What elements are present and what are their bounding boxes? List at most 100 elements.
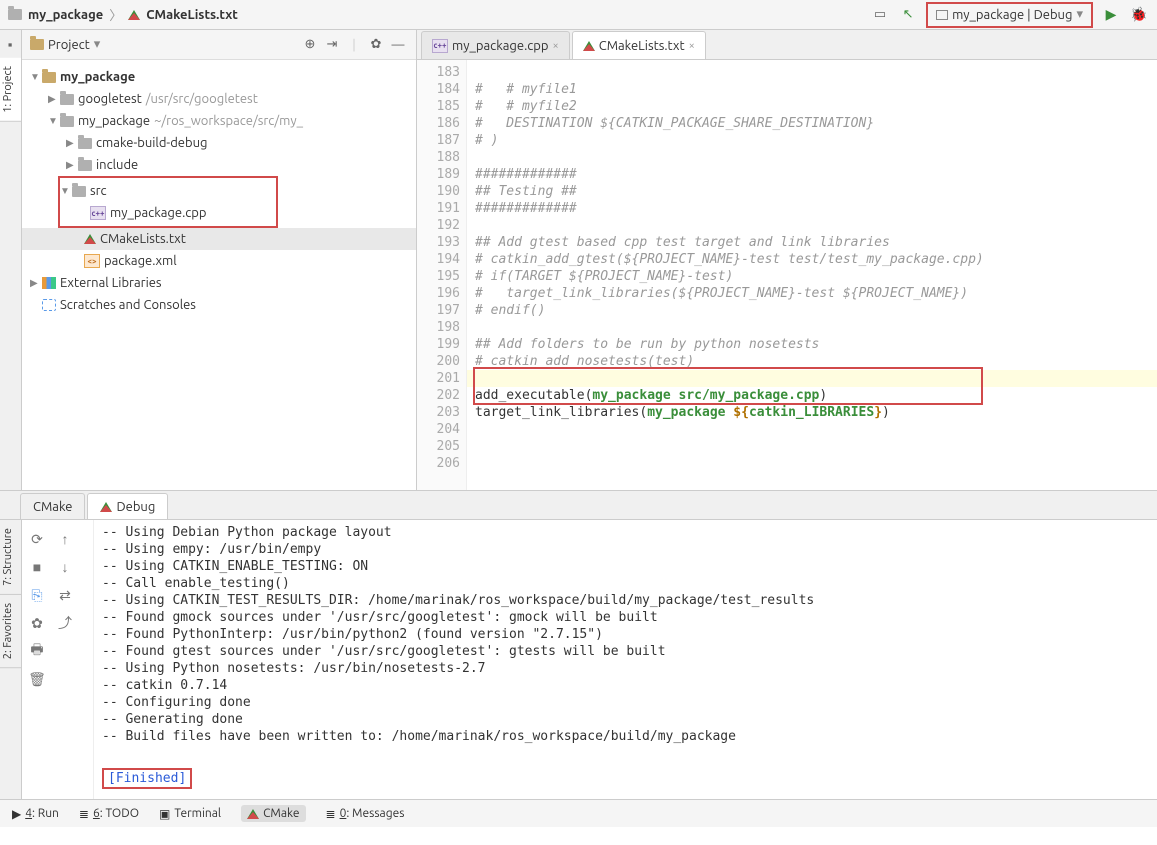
- up-arrow-icon[interactable]: ↑: [54, 528, 76, 550]
- folder-icon: [8, 9, 22, 20]
- left-tool-stripe: ▪ 1: Project: [0, 30, 22, 490]
- chevron-down-icon: ▾: [1076, 7, 1083, 22]
- cmake-icon: [100, 502, 112, 512]
- cmake-icon: [84, 234, 96, 244]
- project-panel: Project ▾ ⊕ ⇥ | ✿ — ▼my_package ▶googlet…: [22, 30, 417, 490]
- chevron-down-icon[interactable]: ▾: [94, 37, 101, 52]
- folder-icon: [42, 72, 56, 83]
- filter-icon[interactable]: ⎘: [26, 584, 48, 606]
- build-icon[interactable]: ▭: [870, 5, 890, 25]
- cpp-icon: c++: [432, 39, 448, 53]
- code-highlight-box: [473, 367, 983, 405]
- tool-tabs: CMake Debug: [0, 491, 1157, 519]
- hammer-icon[interactable]: ↖: [898, 5, 918, 25]
- tab-mypackage-cpp[interactable]: c++my_package.cpp×: [421, 31, 570, 59]
- cmake-icon: [247, 809, 259, 819]
- folder-icon: [78, 160, 92, 171]
- terminal-icon: ▣: [159, 807, 170, 821]
- code-content[interactable]: # # myfile1 # # myfile2 # DESTINATION ${…: [467, 60, 1157, 490]
- project-panel-header: Project ▾ ⊕ ⇥ | ✿ —: [22, 30, 416, 60]
- tool-tab-cmake[interactable]: CMake: [20, 493, 85, 519]
- gear-icon[interactable]: ✿: [366, 35, 386, 55]
- tree-googletest[interactable]: ▶googletest /usr/src/googletest: [22, 88, 416, 110]
- left-tool-stripe-2: 7: Structure 2: Favorites: [0, 520, 22, 799]
- folder-icon: [72, 186, 86, 197]
- src-highlight-box: ▼src c++my_package.cpp: [58, 176, 278, 228]
- cmake-icon: [583, 41, 595, 51]
- main-area: ▪ 1: Project Project ▾ ⊕ ⇥ | ✿ — ▼my_pac…: [0, 30, 1157, 490]
- run-config-selector[interactable]: my_package | Debug ▾: [926, 2, 1093, 28]
- tree-external-libs[interactable]: ▶External Libraries: [22, 272, 416, 294]
- finished-label: [Finished]: [108, 771, 186, 786]
- status-todo[interactable]: ≣6: TODO: [79, 807, 139, 821]
- tab-project[interactable]: 1: Project: [0, 58, 21, 122]
- xml-icon: <>: [84, 254, 100, 268]
- tab-structure[interactable]: 7: Structure: [0, 520, 21, 595]
- gutter: 1831841851861871881891901911921931941951…: [417, 60, 467, 490]
- cpp-icon: c++: [90, 206, 106, 220]
- top-bar: my_package 〉 CMakeLists.txt ▭ ↖ my_packa…: [0, 0, 1157, 30]
- tree-cmake-build[interactable]: ▶cmake-build-debug: [22, 132, 416, 154]
- breadcrumb-file[interactable]: CMakeLists.txt: [146, 8, 238, 22]
- tool-panel: CMake Debug 7: Structure 2: Favorites ⟳ ↑…: [0, 490, 1157, 799]
- trash-icon[interactable]: 🗑: [26, 668, 48, 690]
- config-icon: [936, 10, 948, 20]
- hide-icon[interactable]: —: [388, 35, 408, 55]
- list-icon: ≣: [79, 807, 89, 821]
- folder-icon: [60, 94, 74, 105]
- status-messages[interactable]: ≣0: Messages: [326, 807, 405, 821]
- wrap-icon[interactable]: ⇄: [54, 584, 76, 606]
- run-config-label: my_package | Debug: [952, 8, 1072, 22]
- export-icon[interactable]: ⤴: [54, 612, 76, 634]
- tab-favorites[interactable]: 2: Favorites: [0, 595, 21, 668]
- tree-cmakelists[interactable]: CMakeLists.txt: [22, 228, 416, 250]
- gear-icon[interactable]: ✿: [26, 612, 48, 634]
- status-cmake[interactable]: CMake: [241, 805, 305, 822]
- tree-src-file[interactable]: c++my_package.cpp: [60, 202, 276, 224]
- tree-include[interactable]: ▶include: [22, 154, 416, 176]
- play-icon: ▶: [12, 807, 21, 821]
- collapse-icon[interactable]: ⇥: [322, 35, 342, 55]
- toolbar-right: ▭ ↖ my_package | Debug ▾ ▶ 🐞: [870, 2, 1149, 28]
- tree-root[interactable]: ▼my_package: [22, 66, 416, 88]
- tab-cmakelists[interactable]: CMakeLists.txt×: [572, 31, 706, 59]
- breadcrumb[interactable]: my_package 〉 CMakeLists.txt: [8, 5, 870, 24]
- refresh-icon[interactable]: ⟳: [26, 528, 48, 550]
- close-icon[interactable]: ×: [689, 40, 695, 52]
- breadcrumb-root[interactable]: my_package: [28, 8, 103, 22]
- editor-tabs: c++my_package.cpp× CMakeLists.txt×: [417, 30, 1157, 60]
- folder-icon: [78, 138, 92, 149]
- finished-box: [Finished]: [102, 768, 192, 789]
- panel-title[interactable]: Project: [48, 38, 90, 52]
- list-icon: ≣: [326, 807, 336, 821]
- scratch-icon: [42, 299, 56, 311]
- console-output[interactable]: -- Using Debian Python package layout --…: [94, 520, 1157, 799]
- run-button[interactable]: ▶: [1101, 5, 1121, 25]
- project-tree[interactable]: ▼my_package ▶googletest /usr/src/googlet…: [22, 60, 416, 490]
- close-icon[interactable]: ×: [553, 40, 559, 52]
- status-run[interactable]: ▶4: Run: [12, 807, 59, 821]
- console-wrap: 7: Structure 2: Favorites ⟳ ↑ ■ ↓ ⎘ ⇄ ✿ ⤴ 🖶 …: [0, 519, 1157, 799]
- debug-button[interactable]: 🐞: [1129, 5, 1149, 25]
- chevron-right-icon: 〉: [109, 5, 122, 24]
- console-tools: ⟳ ↑ ■ ↓ ⎘ ⇄ ✿ ⤴ 🖶 🗑: [22, 520, 94, 799]
- stop-icon[interactable]: ■: [26, 556, 48, 578]
- status-terminal[interactable]: ▣Terminal: [159, 807, 221, 821]
- tree-package-xml[interactable]: <>package.xml: [22, 250, 416, 272]
- library-icon: [42, 277, 56, 289]
- tree-scratches[interactable]: Scratches and Consoles: [22, 294, 416, 316]
- print-icon[interactable]: 🖶: [26, 640, 48, 662]
- project-stripe-icon[interactable]: ▪: [0, 30, 20, 58]
- divider: |: [344, 35, 364, 55]
- target-icon[interactable]: ⊕: [300, 35, 320, 55]
- code-editor[interactable]: 1831841851861871881891901911921931941951…: [417, 60, 1157, 490]
- cmake-icon: [128, 10, 140, 20]
- down-arrow-icon[interactable]: ↓: [54, 556, 76, 578]
- tool-tab-debug[interactable]: Debug: [87, 493, 168, 519]
- tree-mypackage[interactable]: ▼my_package ~/ros_workspace/src/my_: [22, 110, 416, 132]
- tree-src[interactable]: ▼src: [60, 180, 276, 202]
- status-bar: ▶4: Run ≣6: TODO ▣Terminal CMake ≣0: Mes…: [0, 799, 1157, 827]
- folder-icon: [30, 39, 44, 50]
- editor-area: c++my_package.cpp× CMakeLists.txt× 18318…: [417, 30, 1157, 490]
- folder-icon: [60, 116, 74, 127]
